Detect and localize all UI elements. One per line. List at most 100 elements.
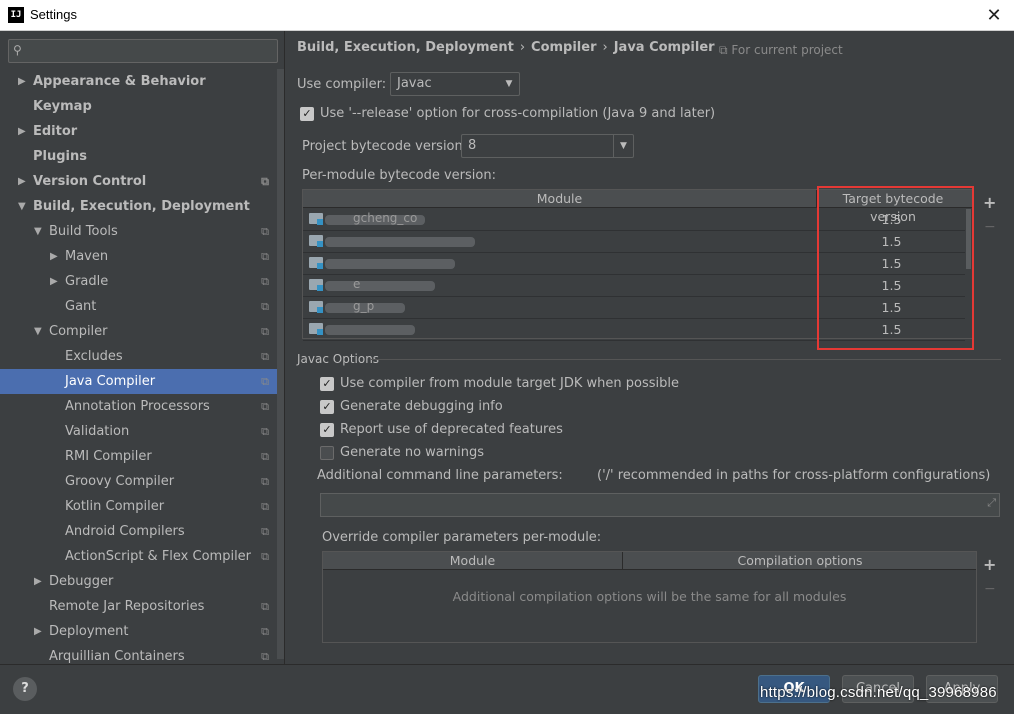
javac-option-label: Use compiler from module target JDK when… [340,376,679,391]
javac-option-checkbox[interactable] [320,446,334,460]
project-icon: ⧉ [261,175,269,188]
sidebar-item-label: Build Tools [49,224,118,239]
project-icon: ⧉ [261,225,269,238]
additional-params-label: Additional command line parameters: [317,468,563,483]
collapsed-arrow-icon[interactable]: ▶ [34,569,42,594]
module-folder-icon [309,279,323,291]
sidebar-item[interactable]: RMI Compiler ⧉ [0,444,284,469]
sidebar-item-label: Debugger [49,574,114,589]
expanded-arrow-icon[interactable]: ▼ [34,319,42,344]
release-option-label: Use '--release' option for cross-compila… [320,106,716,121]
expand-icon[interactable]: ⤢ [987,496,996,510]
sidebar-item[interactable]: ▶ Debugger [0,569,284,594]
module-name: e [353,277,361,291]
sidebar-item[interactable]: ▶ Editor [0,119,284,144]
sidebar-item[interactable]: ▶ Appearance & Behavior [0,69,284,94]
project-bytecode-select[interactable]: 8 ▼ [461,134,634,158]
sidebar-item[interactable]: Kotlin Compiler ⧉ [0,494,284,519]
sidebar-item[interactable]: Excludes ⧉ [0,344,284,369]
override-table: Module Compilation options Additional co… [322,551,977,643]
project-icon: ⧉ [261,650,269,663]
sidebar-item[interactable]: Java Compiler ⧉ [0,369,284,394]
column-header-compilation-options[interactable]: Compilation options [624,552,976,570]
javac-option-checkbox[interactable]: ✓ [320,423,334,437]
sidebar-item-label: Android Compilers [65,524,185,539]
sidebar-item[interactable]: Android Compilers ⧉ [0,519,284,544]
collapsed-arrow-icon[interactable]: ▶ [18,169,26,194]
collapsed-arrow-icon[interactable]: ▶ [18,69,26,94]
collapsed-arrow-icon[interactable]: ▶ [34,619,42,644]
expanded-arrow-icon[interactable]: ▼ [18,194,26,219]
project-bytecode-value: 8 [468,138,477,153]
additional-params-hint: ('/' recommended in paths for cross-plat… [597,468,991,483]
sidebar-item[interactable]: ▶ Gradle ⧉ [0,269,284,294]
use-compiler-select[interactable]: Javac ▼ [390,72,520,96]
javac-option-checkbox[interactable]: ✓ [320,377,334,391]
help-icon[interactable]: ? [13,677,37,701]
column-header-module[interactable]: Module [323,552,623,570]
add-override-icon[interactable]: + [983,555,996,574]
sidebar-item[interactable]: Keymap [0,94,284,119]
additional-params-input[interactable]: ⤢ [320,493,1000,517]
sidebar-item[interactable]: ▶ Maven ⧉ [0,244,284,269]
sidebar-item[interactable]: ActionScript & Flex Compiler ⧉ [0,544,284,569]
sidebar-item[interactable]: ▶ Deployment ⧉ [0,619,284,644]
collapsed-arrow-icon[interactable]: ▶ [18,119,26,144]
search-input[interactable]: ⚲ [8,39,278,63]
sidebar-scrollbar[interactable] [277,69,284,659]
column-header-module[interactable]: Module [303,190,817,208]
sidebar-item[interactable]: ▼ Build Tools ⧉ [0,219,284,244]
sidebar-item-label: Arquillian Containers [49,649,185,664]
javac-option-checkbox[interactable]: ✓ [320,400,334,414]
for-current-project-label: For current project [731,43,843,57]
project-icon: ⧉ [261,625,269,638]
breadcrumb-item: Java Compiler [613,40,715,55]
close-icon[interactable]: ✕ [974,0,1014,31]
override-label: Override compiler parameters per-module: [322,530,602,545]
sidebar-item[interactable]: Plugins [0,144,284,169]
sidebar-item-label: Remote Jar Repositories [49,599,205,614]
breadcrumb: Build, Execution, Deployment › Compiler › Ja… [297,40,715,55]
sidebar-item-label: Editor [33,124,78,139]
breadcrumb-item: Compiler [531,40,597,55]
module-name: gcheng_co [353,211,418,225]
watermark-text: https://blog.csdn.net/qq_39968986 [760,684,997,701]
remove-module-icon[interactable]: − [984,219,996,235]
intellij-icon: IJ [8,7,24,23]
sidebar-item[interactable]: Gant ⧉ [0,294,284,319]
for-current-project: ⧉ For current project [719,43,843,58]
javac-option-label: Generate debugging info [340,399,503,414]
sidebar-item-label: Gant [65,299,97,314]
add-module-icon[interactable]: + [983,193,996,212]
sidebar-item[interactable]: Arquillian Containers ⧉ [0,644,284,664]
search-icon: ⚲ [13,43,22,57]
sidebar-item[interactable]: Groovy Compiler ⧉ [0,469,284,494]
expanded-arrow-icon[interactable]: ▼ [34,219,42,244]
sidebar-item[interactable]: ▶ Version Control ⧉ [0,169,284,194]
project-icon: ⧉ [261,250,269,263]
collapsed-arrow-icon[interactable]: ▶ [50,244,58,269]
project-icon: ⧉ [719,43,728,57]
javac-option-label: Generate no warnings [340,445,485,460]
project-icon: ⧉ [261,300,269,313]
project-icon: ⧉ [261,375,269,388]
remove-override-icon[interactable]: − [984,581,996,597]
sidebar-item[interactable]: Annotation Processors ⧉ [0,394,284,419]
sidebar-item-label: Kotlin Compiler [65,499,165,514]
title-bar: IJ Settings ✕ [0,0,1014,31]
sidebar-item-label: Version Control [33,174,147,189]
sidebar-item[interactable]: Validation ⧉ [0,419,284,444]
module-folder-icon [309,213,323,225]
release-option-checkbox[interactable]: ✓ [300,107,314,121]
sidebar-item[interactable]: ▼ Compiler ⧉ [0,319,284,344]
sidebar-item-label: Plugins [33,149,87,164]
collapsed-arrow-icon[interactable]: ▶ [50,269,58,294]
sidebar-item-label: Gradle [65,274,109,289]
sidebar-item[interactable]: Remote Jar Repositories ⧉ [0,594,284,619]
chevron-down-icon: ▼ [505,79,513,89]
project-bytecode-label: Project bytecode version: [302,139,468,154]
project-icon: ⧉ [261,450,269,463]
sidebar-item[interactable]: ▼ Build, Execution, Deployment [0,194,284,219]
module-folder-icon [309,235,323,247]
highlight-box [817,186,974,350]
